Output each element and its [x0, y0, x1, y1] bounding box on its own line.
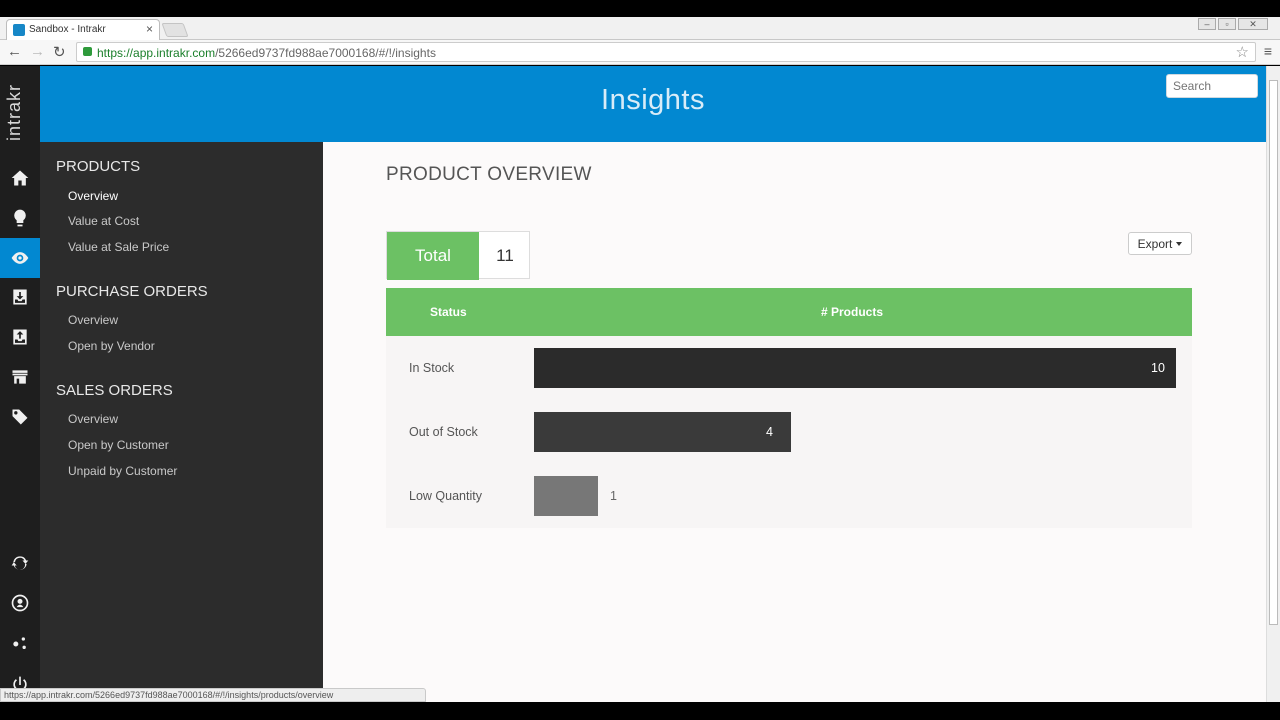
search-input[interactable] [1166, 74, 1258, 98]
header-products: # Products [821, 305, 884, 319]
nav-sales-orders-overview[interactable]: Overview [68, 412, 118, 426]
minimize-button[interactable]: – [1198, 18, 1216, 30]
export-label: Export [1137, 236, 1173, 251]
nav-products-value-at-cost[interactable]: Value at Cost [68, 214, 139, 228]
eye-icon[interactable] [0, 238, 40, 278]
close-window-button[interactable]: ✕ [1238, 18, 1268, 30]
app-viewport: intrakr Insights Search PRODUCTS Overvie… [0, 66, 1266, 702]
section-sidebar: PRODUCTS Overview Value at Cost Value at… [40, 142, 323, 702]
header-status: Status [430, 305, 467, 319]
url-text: https://app.intrakr.com/5266ed9737fd988a… [97, 46, 436, 60]
reload-icon[interactable]: ↻ [53, 43, 66, 61]
bar-low-quantity[interactable] [534, 476, 598, 516]
nav-sales-orders-open-by-customer[interactable]: Open by Customer [68, 438, 169, 452]
nav-products-value-at-sale-price[interactable]: Value at Sale Price [68, 240, 169, 254]
row-label-in-stock: In Stock [409, 361, 455, 375]
settings-icon[interactable] [0, 624, 40, 664]
tab-title: Sandbox - Intrakr [29, 24, 106, 35]
lock-icon [83, 47, 92, 56]
row-label-out-of-stock: Out of Stock [409, 425, 478, 439]
main-content: PRODUCT OVERVIEW Total 11 Export Status … [323, 142, 1266, 702]
sync-icon[interactable] [0, 543, 40, 583]
bar-value-low-quantity: 1 [610, 489, 617, 503]
intrakr-logo: intrakr [4, 83, 24, 141]
scrollbar-thumb[interactable] [1269, 80, 1278, 625]
section-heading: PRODUCT OVERVIEW [386, 164, 592, 185]
bar-out-of-stock[interactable] [534, 412, 791, 452]
nav-sales-orders-unpaid-by-customer[interactable]: Unpaid by Customer [68, 464, 177, 478]
total-badge: Total 11 [386, 231, 530, 280]
tab-strip: Sandbox - Intrakr × – ▫ ✕ [0, 17, 1280, 40]
favicon-icon [13, 24, 25, 36]
page-scrollbar[interactable] [1266, 66, 1280, 702]
page-title: Insights [601, 84, 705, 116]
home-icon[interactable] [0, 158, 40, 198]
section-title-sales-orders: SALES ORDERS [56, 382, 173, 399]
total-value: 11 [496, 246, 514, 265]
browser-tab[interactable]: Sandbox - Intrakr × [6, 19, 160, 40]
export-button[interactable]: Export [1128, 232, 1192, 255]
product-status-table: Status # Products In Stock 10 Out of Stock… [386, 288, 1192, 528]
caret-down-icon [1176, 241, 1183, 246]
nav-purchase-orders-open-by-vendor[interactable]: Open by Vendor [68, 339, 155, 353]
maximize-button[interactable]: ▫ [1218, 18, 1236, 30]
browser-menu-icon[interactable]: ≡ [1264, 43, 1272, 59]
store-icon[interactable] [0, 357, 40, 397]
app-header: Insights [40, 66, 1266, 142]
tags-icon[interactable] [0, 397, 40, 437]
bar-value-out-of-stock: 4 [766, 425, 773, 439]
back-arrow-icon[interactable]: ← [7, 43, 22, 60]
tab-close-icon[interactable]: × [146, 22, 153, 36]
nav-purchase-orders-overview[interactable]: Overview [68, 313, 118, 327]
total-label: Total [387, 232, 479, 280]
table-header: Status # Products [386, 288, 1192, 336]
bar-in-stock[interactable] [534, 348, 1176, 388]
inbox-upload-icon[interactable] [0, 317, 40, 357]
address-bar[interactable]: https://app.intrakr.com/5266ed9737fd988a… [76, 42, 1256, 62]
bookmark-star-icon[interactable]: ☆ [1236, 43, 1249, 61]
lightbulb-icon[interactable] [0, 198, 40, 238]
user-circle-icon[interactable] [0, 583, 40, 623]
bar-value-in-stock: 10 [1151, 361, 1165, 375]
section-title-purchase-orders: PURCHASE ORDERS [56, 283, 208, 300]
inbox-download-icon[interactable] [0, 277, 40, 317]
browser-toolbar: ← → ↻ https://app.intrakr.com/5266ed9737… [0, 40, 1280, 65]
nav-products-overview[interactable]: Overview [68, 189, 118, 203]
browser-window: Sandbox - Intrakr × – ▫ ✕ ← → ↻ https://… [0, 0, 1280, 720]
section-title-products: PRODUCTS [56, 158, 141, 175]
row-label-low-quantity: Low Quantity [409, 489, 482, 503]
forward-arrow-icon[interactable]: → [30, 43, 45, 60]
icon-sidebar: intrakr [0, 66, 40, 702]
status-url-bar: https://app.intrakr.com/5266ed9737fd988a… [0, 688, 426, 702]
new-tab-button[interactable] [161, 23, 189, 37]
